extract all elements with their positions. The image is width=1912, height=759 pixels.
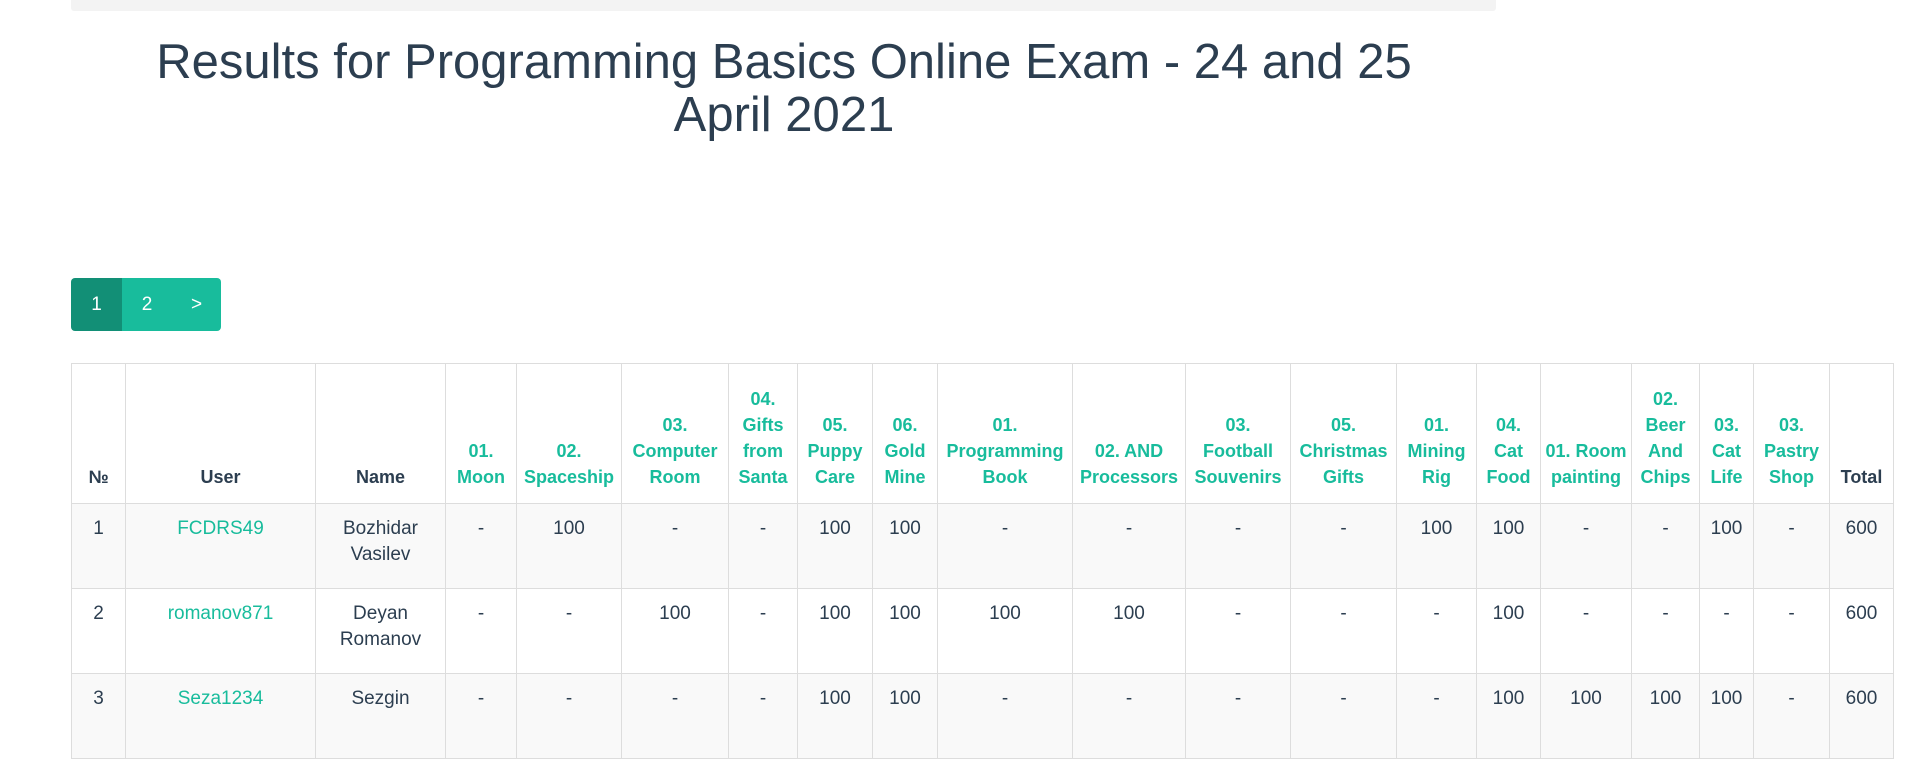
score-cell: - bbox=[1185, 673, 1291, 759]
total-cell: 600 bbox=[1829, 673, 1894, 759]
score-cell: 100 bbox=[797, 673, 873, 759]
score-cell: - bbox=[728, 503, 798, 589]
table-row: 1 FCDRS49 Bozhidar Vasilev -100- -100 100- - - -… bbox=[71, 503, 1894, 589]
score-cell: - bbox=[728, 588, 798, 674]
score-cell: - bbox=[1540, 588, 1632, 674]
total-cell: 600 bbox=[1829, 588, 1894, 674]
score-cell: 100 bbox=[1396, 503, 1477, 589]
score-cell: - bbox=[621, 503, 729, 589]
name-cell: Sezgin bbox=[315, 673, 446, 759]
score-cell: - bbox=[1290, 588, 1397, 674]
score-cell: 100 bbox=[516, 503, 622, 589]
user-cell: FCDRS49 bbox=[125, 503, 316, 589]
table-row: 2 romanov871 Deyan Romanov - -100-100 100 100 1… bbox=[71, 588, 1894, 674]
score-cell: - bbox=[1396, 588, 1477, 674]
top-panel bbox=[71, 0, 1496, 11]
column-header[interactable]: 04. Gifts from Santa bbox=[728, 363, 798, 504]
score-cell: 100 bbox=[1540, 673, 1632, 759]
table-row: 3 Seza1234 Sezgin - - - -100 100- - - - -100 100 100 1… bbox=[71, 673, 1894, 759]
score-cell: 100 bbox=[797, 588, 873, 674]
score-cell: - bbox=[1540, 503, 1632, 589]
name-cell: Bozhidar Vasilev bbox=[315, 503, 446, 589]
total-cell: 600 bbox=[1829, 503, 1894, 589]
column-header[interactable]: 05. Puppy Care bbox=[797, 363, 873, 504]
score-cell: 100 bbox=[797, 503, 873, 589]
score-cell: - bbox=[728, 673, 798, 759]
score-cell: - bbox=[1753, 503, 1830, 589]
page-1-button[interactable]: 1 bbox=[71, 278, 122, 331]
column-header[interactable]: 05. Christmas Gifts bbox=[1290, 363, 1397, 504]
score-cell: 100 bbox=[937, 588, 1073, 674]
score-cell: 100 bbox=[1476, 503, 1541, 589]
score-cell: - bbox=[937, 673, 1073, 759]
column-header[interactable]: 03. Football Souvenirs bbox=[1185, 363, 1291, 504]
score-cell: - bbox=[445, 588, 517, 674]
score-cell: - bbox=[1290, 503, 1397, 589]
score-cell: 100 bbox=[1476, 673, 1541, 759]
rank-cell: 1 bbox=[71, 503, 126, 589]
column-header[interactable]: 03. Cat Life bbox=[1699, 363, 1754, 504]
column-header: User bbox=[125, 363, 316, 504]
table-header-row: № User Name 01. Moon 02. Spaceship 03. Comput… bbox=[71, 363, 1894, 504]
score-cell: - bbox=[1699, 588, 1754, 674]
user-link[interactable]: romanov871 bbox=[168, 603, 274, 624]
next-page-button[interactable]: > bbox=[172, 278, 221, 331]
score-cell: - bbox=[516, 673, 622, 759]
column-header[interactable]: 04. Cat Food bbox=[1476, 363, 1541, 504]
column-header[interactable]: 02. AND Processors bbox=[1072, 363, 1186, 504]
score-cell: - bbox=[1072, 503, 1186, 589]
column-header: Name bbox=[315, 363, 446, 504]
rank-cell: 3 bbox=[71, 673, 126, 759]
page-title: Results for Programming Basics Online Ex… bbox=[156, 35, 1412, 142]
column-header[interactable]: 06. Gold Mine bbox=[872, 363, 938, 504]
column-header[interactable]: 01. Mining Rig bbox=[1396, 363, 1477, 504]
score-cell: - bbox=[1072, 673, 1186, 759]
column-header[interactable]: 02. Beer And Chips bbox=[1631, 363, 1700, 504]
user-cell: Seza1234 bbox=[125, 673, 316, 759]
score-cell: - bbox=[1185, 503, 1291, 589]
score-cell: 100 bbox=[872, 588, 938, 674]
score-cell: - bbox=[445, 503, 517, 589]
column-header[interactable]: 03. Pastry Shop bbox=[1753, 363, 1830, 504]
score-cell: - bbox=[445, 673, 517, 759]
score-cell: - bbox=[1753, 588, 1830, 674]
score-cell: - bbox=[1396, 673, 1477, 759]
user-link[interactable]: FCDRS49 bbox=[177, 518, 264, 539]
score-cell: 100 bbox=[1631, 673, 1700, 759]
score-cell: 100 bbox=[1699, 673, 1754, 759]
score-cell: - bbox=[516, 588, 622, 674]
score-cell: - bbox=[621, 673, 729, 759]
column-header: № bbox=[71, 363, 126, 504]
score-cell: 100 bbox=[1699, 503, 1754, 589]
column-header[interactable]: 02. Spaceship bbox=[516, 363, 622, 504]
score-cell: - bbox=[1185, 588, 1291, 674]
user-cell: romanov871 bbox=[125, 588, 316, 674]
results-table: № User Name 01. Moon 02. Spaceship 03. Comput… bbox=[71, 363, 1894, 759]
score-cell: - bbox=[1631, 503, 1700, 589]
score-cell: 100 bbox=[621, 588, 729, 674]
score-cell: 100 bbox=[872, 673, 938, 759]
column-header: Total bbox=[1829, 363, 1894, 504]
score-cell: - bbox=[1290, 673, 1397, 759]
score-cell: 100 bbox=[1072, 588, 1186, 674]
name-cell: Deyan Romanov bbox=[315, 588, 446, 674]
score-cell: - bbox=[1631, 588, 1700, 674]
column-header[interactable]: 01. Room painting bbox=[1540, 363, 1632, 504]
rank-cell: 2 bbox=[71, 588, 126, 674]
user-link[interactable]: Seza1234 bbox=[178, 688, 264, 709]
column-header[interactable]: 01. Programming Book bbox=[937, 363, 1073, 504]
score-cell: 100 bbox=[872, 503, 938, 589]
score-cell: 100 bbox=[1476, 588, 1541, 674]
column-header[interactable]: 03. Computer Room bbox=[621, 363, 729, 504]
page-2-button[interactable]: 2 bbox=[122, 278, 172, 331]
score-cell: - bbox=[937, 503, 1073, 589]
pagination: 1 2 > bbox=[71, 278, 221, 331]
score-cell: - bbox=[1753, 673, 1830, 759]
column-header[interactable]: 01. Moon bbox=[445, 363, 517, 504]
